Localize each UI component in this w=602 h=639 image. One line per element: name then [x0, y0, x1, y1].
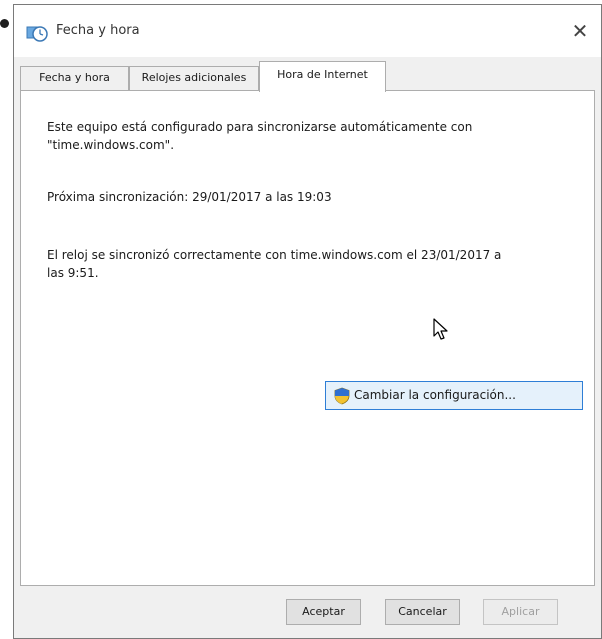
bullet-dot — [0, 19, 9, 28]
mouse-pointer-icon — [433, 318, 448, 340]
sync-status-line1: Este equipo está configurado para sincro… — [47, 120, 473, 134]
tab-internet-time[interactable]: Hora de Internet — [259, 61, 386, 92]
next-sync-text: Próxima sincronización: 29/01/2017 a las… — [47, 190, 332, 204]
window-title: Fecha y hora — [56, 23, 140, 38]
title-bar: Fecha y hora ✕ — [14, 5, 601, 57]
internet-time-panel: Este equipo está configurado para sincro… — [20, 90, 595, 586]
last-sync-line1: El reloj se sincronizó correctamente con… — [47, 248, 502, 262]
ok-button[interactable]: Aceptar — [286, 599, 361, 625]
change-settings-button[interactable]: Cambiar la configuración... — [325, 381, 583, 410]
change-settings-label: Cambiar la configuración... — [354, 388, 516, 402]
clock-icon — [26, 26, 48, 42]
tab-date-time[interactable]: Fecha y hora — [20, 66, 129, 91]
tab-strip: Fecha y hora Relojes adicionales Hora de… — [20, 61, 595, 92]
tab-additional-clocks[interactable]: Relojes adicionales — [129, 66, 259, 91]
date-time-dialog: Fecha y hora ✕ Fecha y hora Relojes adic… — [13, 4, 602, 639]
uac-shield-icon — [334, 387, 350, 405]
close-button[interactable]: ✕ — [565, 17, 595, 47]
cancel-button[interactable]: Cancelar — [385, 599, 460, 625]
sync-status-line2: "time.windows.com". — [47, 138, 175, 152]
last-sync-line2: las 9:51. — [47, 266, 99, 280]
apply-button[interactable]: Aplicar — [483, 599, 558, 625]
